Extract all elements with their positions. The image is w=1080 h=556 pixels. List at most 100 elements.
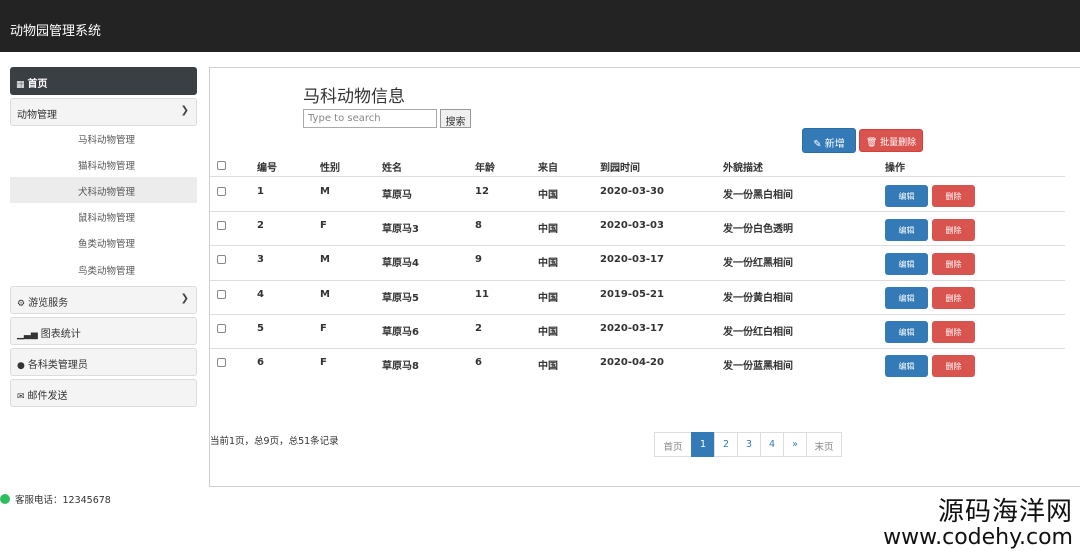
sidebar-item-label: 各科类管理员 bbox=[27, 360, 88, 371]
column-header-name: 姓名 bbox=[382, 163, 402, 174]
top-navbar: 动物园管理系统 bbox=[0, 0, 1080, 52]
cell-desc: 发一份黑白相间 bbox=[723, 190, 793, 201]
delete-button[interactable]: 删除 bbox=[932, 321, 975, 343]
bulk-delete-button[interactable]: 🗑 批量删除 bbox=[859, 129, 923, 152]
add-button[interactable]: ✎ 新增 bbox=[802, 128, 856, 153]
cell-sex: M bbox=[320, 186, 330, 197]
column-header-actions: 操作 bbox=[885, 163, 905, 174]
cell-desc: 发一份红黑相间 bbox=[723, 258, 793, 269]
chevron-down-icon: ❯ bbox=[180, 293, 189, 304]
row-checkbox[interactable] bbox=[217, 221, 226, 230]
search-input[interactable] bbox=[303, 109, 437, 128]
divider bbox=[210, 348, 1065, 349]
edit-button[interactable]: 编辑 bbox=[885, 321, 928, 343]
divider bbox=[210, 211, 1065, 212]
cell-age: 6 bbox=[475, 357, 482, 368]
page-4[interactable]: 4 bbox=[760, 432, 784, 457]
sidebar-item-cat[interactable]: 猫科动物管理 bbox=[10, 151, 197, 177]
cell-age: 12 bbox=[475, 186, 489, 197]
cell-date: 2020-03-30 bbox=[600, 186, 664, 197]
page-next[interactable]: » bbox=[783, 432, 807, 457]
cell-from: 中国 bbox=[538, 327, 558, 338]
edit-button[interactable]: 编辑 bbox=[885, 219, 928, 241]
app-title[interactable]: 动物园管理系统 bbox=[10, 20, 101, 39]
delete-button[interactable]: 删除 bbox=[932, 287, 975, 309]
sidebar-item-home[interactable]: ▦ 首页 bbox=[10, 67, 197, 95]
delete-button[interactable]: 删除 bbox=[932, 219, 975, 241]
row-checkbox[interactable] bbox=[217, 255, 226, 264]
cell-date: 2020-03-17 bbox=[600, 323, 664, 334]
cell-age: 8 bbox=[475, 220, 482, 231]
edit-button[interactable]: 编辑 bbox=[885, 355, 928, 377]
delete-button[interactable]: 删除 bbox=[932, 185, 975, 207]
chevron-down-icon: ❯ bbox=[180, 105, 189, 116]
cell-id: 1 bbox=[257, 186, 264, 197]
cell-name: 草原马6 bbox=[382, 327, 419, 338]
pencil-icon: ✎ bbox=[813, 139, 822, 150]
sidebar-item-label: 游览服务 bbox=[28, 298, 69, 309]
row-checkbox[interactable] bbox=[217, 324, 226, 333]
sidebar-group-tourist-service[interactable]: ⚙ 游览服务 ❯ bbox=[10, 286, 197, 314]
watermark-title: 源码海洋网 bbox=[937, 497, 1073, 527]
envelope-icon: ✉ bbox=[17, 392, 25, 402]
page-2[interactable]: 2 bbox=[714, 432, 738, 457]
divider bbox=[210, 245, 1065, 246]
page-3[interactable]: 3 bbox=[737, 432, 761, 457]
sidebar-item-fish[interactable]: 鱼类动物管理 bbox=[10, 229, 197, 255]
cell-name: 草原马 bbox=[382, 190, 412, 201]
row-checkbox[interactable] bbox=[217, 187, 226, 196]
page-last[interactable]: 末页 bbox=[806, 432, 842, 457]
select-all-checkbox[interactable] bbox=[217, 161, 226, 170]
column-header-age: 年龄 bbox=[475, 163, 495, 174]
column-header-desc: 外貌描述 bbox=[723, 163, 763, 174]
sidebar-item-horse[interactable]: 马科动物管理 bbox=[10, 125, 197, 151]
bulk-delete-label: 批量删除 bbox=[880, 138, 917, 148]
edit-button[interactable]: 编辑 bbox=[885, 185, 928, 207]
divider bbox=[210, 314, 1065, 315]
cell-date: 2020-03-03 bbox=[600, 220, 664, 231]
cell-id: 5 bbox=[257, 323, 264, 334]
watermark: 源码海洋网 www.codehy.com bbox=[883, 498, 1073, 550]
cell-sex: M bbox=[320, 289, 330, 300]
cell-from: 中国 bbox=[538, 190, 558, 201]
main-content-panel bbox=[209, 67, 1080, 487]
delete-button[interactable]: 删除 bbox=[932, 253, 975, 275]
cell-sex: F bbox=[320, 220, 327, 231]
divider bbox=[210, 176, 1065, 177]
sidebar: ▦ 首页 动物管理 ❯ 马科动物管理 猫科动物管理 犬科动物管理 鼠科动物管理 鱼… bbox=[0, 52, 205, 432]
row-checkbox[interactable] bbox=[217, 358, 226, 367]
sidebar-item-bird[interactable]: 鸟类动物管理 bbox=[10, 256, 197, 282]
sidebar-group-animal-mgmt[interactable]: 动物管理 ❯ bbox=[10, 98, 197, 126]
column-header-from: 来自 bbox=[538, 163, 558, 174]
service-phone-text: 客服电话：12345678 bbox=[15, 495, 111, 506]
grid-icon: ▦ bbox=[16, 80, 25, 90]
sidebar-item-label: 首页 bbox=[27, 79, 48, 90]
page-title: 马科动物信息 bbox=[303, 87, 405, 107]
column-header-sex: 性别 bbox=[320, 163, 340, 174]
column-header-id: 编号 bbox=[257, 163, 277, 174]
sidebar-item-dog[interactable]: 犬科动物管理 bbox=[10, 177, 197, 203]
row-checkbox[interactable] bbox=[217, 290, 226, 299]
delete-button[interactable]: 删除 bbox=[932, 355, 975, 377]
sidebar-item-label: 图表统计 bbox=[40, 329, 81, 340]
sidebar-item-keeper-mgmt[interactable]: ● 各科类管理员 bbox=[10, 348, 197, 376]
search-button[interactable]: 搜索 bbox=[440, 109, 471, 128]
cell-name: 草原马5 bbox=[382, 293, 419, 304]
cell-date: 2020-03-17 bbox=[600, 254, 664, 265]
page-first[interactable]: 首页 bbox=[654, 432, 692, 457]
gear-icon: ⚙ bbox=[17, 299, 26, 309]
cell-desc: 发一份白色透明 bbox=[723, 224, 793, 235]
sidebar-item-email-send[interactable]: ✉ 邮件发送 bbox=[10, 379, 197, 407]
cell-name: 草原马8 bbox=[382, 361, 419, 372]
sidebar-item-mouse[interactable]: 鼠科动物管理 bbox=[10, 203, 197, 229]
pagination: 首页 1 2 3 4 » 末页 bbox=[654, 432, 842, 457]
sidebar-item-chart-stats[interactable]: ▁▃▅ 图表统计 bbox=[10, 317, 197, 345]
cell-id: 4 bbox=[257, 289, 264, 300]
edit-button[interactable]: 编辑 bbox=[885, 253, 928, 275]
sidebar-item-label: 动物管理 bbox=[17, 110, 57, 121]
add-button-label: 新增 bbox=[824, 139, 845, 150]
cell-desc: 发一份蓝黑相间 bbox=[723, 361, 793, 372]
page-1[interactable]: 1 bbox=[691, 432, 715, 457]
edit-button[interactable]: 编辑 bbox=[885, 287, 928, 309]
cell-age: 11 bbox=[475, 289, 489, 300]
